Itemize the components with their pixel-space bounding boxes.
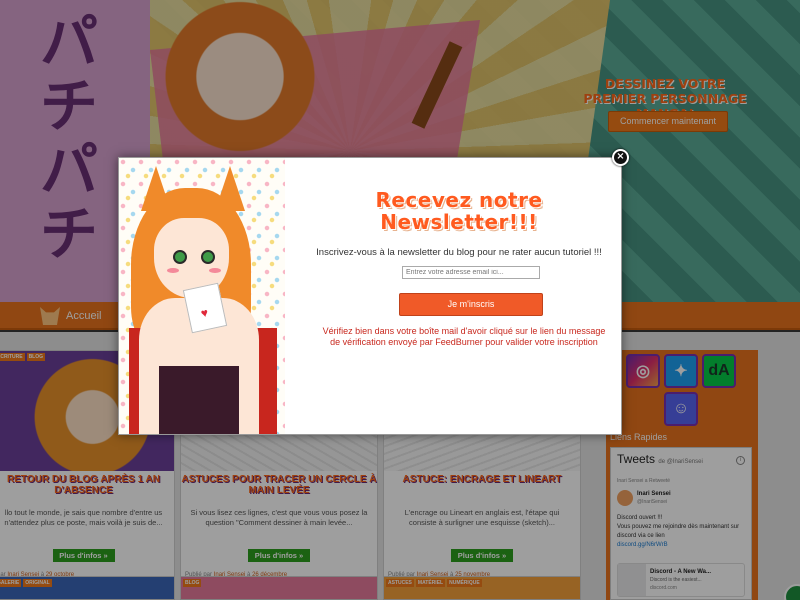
character-dress bbox=[159, 366, 239, 434]
blush-left bbox=[167, 268, 179, 273]
newsletter-modal: ♥ Recevez notre Newsletter!!! Inscrivez-… bbox=[118, 157, 622, 435]
verification-note: Vérifiez bien dans votre boîte mail d'av… bbox=[322, 326, 606, 347]
character-eye-right bbox=[201, 250, 215, 264]
character-eye-left bbox=[173, 250, 187, 264]
subscribe-button[interactable]: Je m'inscris bbox=[399, 293, 543, 316]
newsletter-character-illustration: ♥ bbox=[119, 158, 285, 434]
newsletter-title: Recevez notre Newsletter!!! bbox=[375, 188, 543, 234]
email-field[interactable] bbox=[402, 266, 540, 279]
close-icon[interactable]: × bbox=[612, 149, 629, 166]
blush-right bbox=[209, 268, 221, 273]
newsletter-subtitle: Inscrivez-vous à la newsletter du blog p… bbox=[316, 247, 602, 258]
